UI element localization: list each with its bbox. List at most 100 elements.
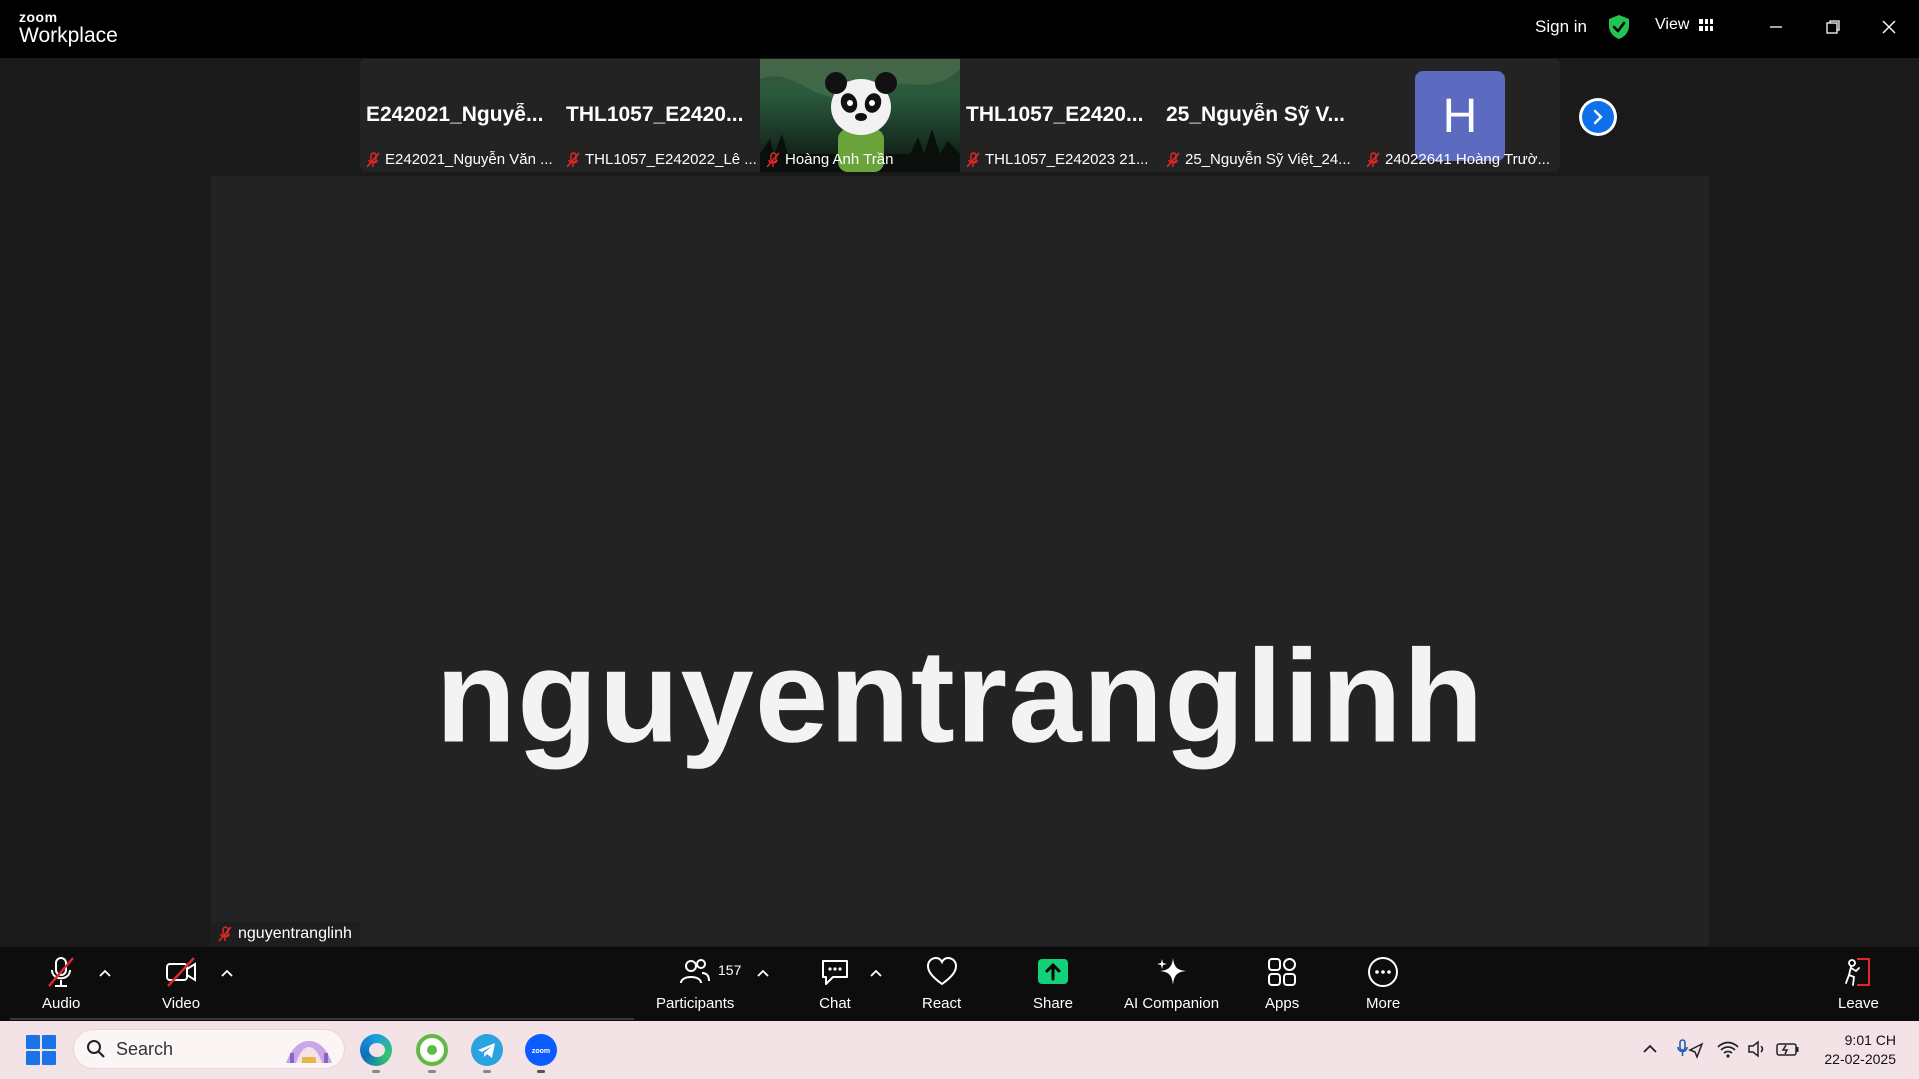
muted-mic-icon: [766, 151, 780, 168]
participant-tile[interactable]: 25_Nguyễn Sỹ V... 25_Nguyễn Sỹ Việt_24..…: [1160, 59, 1360, 172]
coccoc-browser-icon[interactable]: [416, 1034, 448, 1066]
muted-mic-icon: [566, 151, 580, 168]
minimize-icon: [1770, 26, 1782, 28]
muted-mic-icon: [1366, 151, 1380, 168]
react-button[interactable]: React: [922, 955, 961, 1012]
security-shield-icon[interactable]: [1607, 14, 1631, 40]
participant-tile-label-text: THL1057_E242022_Lê ...: [585, 151, 757, 168]
edge-browser-icon[interactable]: [360, 1034, 392, 1066]
video-options-caret-icon[interactable]: [219, 967, 235, 979]
apps-label: Apps: [1265, 995, 1300, 1012]
system-clock[interactable]: 9:01 CH 22-02-2025: [1808, 1031, 1896, 1069]
clock-time: 9:01 CH: [1844, 1032, 1896, 1048]
chat-label: Chat: [819, 995, 851, 1012]
minimize-button[interactable]: [1761, 12, 1791, 42]
next-page-button[interactable]: [1579, 98, 1617, 136]
close-window-button[interactable]: [1874, 12, 1904, 42]
audio-options-caret-icon[interactable]: [97, 967, 113, 979]
toolbar-divider: [10, 1018, 634, 1020]
participants-label: Participants: [656, 995, 735, 1012]
windows-start-icon[interactable]: [26, 1035, 56, 1065]
location-mic-tray-icon[interactable]: [1676, 1038, 1704, 1060]
svg-text:zoom: zoom: [532, 1048, 550, 1055]
video-label: Video: [162, 995, 201, 1012]
audio-label: Audio: [42, 995, 81, 1012]
zoom-workplace-logo: zoom Workplace: [19, 10, 118, 46]
participant-tile-name: E242021_Nguyễ...: [366, 103, 544, 126]
show-hidden-icons-chevron-icon[interactable]: [1640, 1038, 1660, 1060]
restore-button[interactable]: [1818, 12, 1848, 42]
running-indicator: [483, 1070, 491, 1073]
running-indicator: [428, 1070, 436, 1073]
active-speaker-label: nguyentranglinh: [212, 922, 360, 946]
sign-in-link[interactable]: Sign in: [1535, 17, 1587, 37]
participant-tile-name: THL1057_E2420...: [566, 103, 744, 126]
muted-mic-icon: [1166, 151, 1180, 168]
close-icon: [1882, 20, 1896, 34]
view-button[interactable]: View: [1655, 16, 1714, 34]
taskbar-search-box[interactable]: Search: [73, 1029, 345, 1069]
share-button[interactable]: Share: [1033, 955, 1073, 1012]
muted-mic-icon: [966, 151, 980, 168]
chevron-right-icon: [1582, 101, 1614, 133]
participant-tile-label: 24022641 Hoàng Trườ...: [1366, 151, 1560, 168]
share-screen-icon: [1038, 959, 1069, 984]
apps-button[interactable]: Apps: [1265, 955, 1299, 1012]
video-button[interactable]: Video: [162, 955, 200, 1012]
leave-door-icon: [1845, 958, 1871, 986]
more-dots-icon: [1368, 957, 1399, 987]
participant-thumbnail-strip: E242021_Nguyễ... E242021_Nguyễn Văn ... …: [360, 59, 1560, 172]
logo-workplace-text: Workplace: [19, 24, 118, 47]
heart-icon: [926, 956, 957, 986]
chat-options-caret-icon[interactable]: [868, 967, 884, 979]
participant-tile-label-text: THL1057_E242023 21...: [985, 151, 1149, 168]
apps-grid-icon: [1268, 958, 1297, 986]
chat-button[interactable]: Chat: [818, 955, 852, 1012]
participant-tile-label-text: 25_Nguyễn Sỹ Việt_24...: [1185, 151, 1351, 168]
running-indicator: [537, 1070, 545, 1073]
windows-taskbar: Search zoom 9:01 CH 22-02-2025: [0, 1021, 1919, 1079]
muted-mic-icon: [218, 926, 232, 942]
zoom-app-icon[interactable]: zoom: [525, 1034, 557, 1066]
participant-tile-label: Hoàng Anh Trần: [766, 151, 960, 168]
participant-tile-label-text: E242021_Nguyễn Văn ...: [385, 151, 553, 168]
participant-tile-video[interactable]: Hoàng Anh Trần: [760, 59, 960, 172]
view-label: View: [1655, 16, 1690, 33]
restore-icon: [1826, 20, 1840, 34]
react-label: React: [922, 995, 962, 1012]
participant-tile-label: THL1057_E242022_Lê ...: [566, 151, 760, 168]
audio-button[interactable]: Audio: [42, 955, 80, 1012]
leave-label: Leave: [1838, 995, 1879, 1012]
gallery-grid-icon: [1699, 19, 1714, 31]
active-speaker-name: nguyentranglinh: [435, 622, 1485, 770]
ai-companion-button[interactable]: AI Companion: [1124, 955, 1219, 1012]
participant-tile[interactable]: H 24022641 Hoàng Trườ...: [1360, 59, 1560, 172]
chat-bubble-icon: [822, 960, 848, 985]
more-button[interactable]: More: [1366, 955, 1400, 1012]
ai-sparkle-icon: [1156, 958, 1186, 985]
participant-tile-label: E242021_Nguyễn Văn ...: [366, 151, 560, 168]
telegram-icon[interactable]: [471, 1034, 503, 1066]
battery-icon[interactable]: [1775, 1038, 1801, 1060]
volume-icon[interactable]: [1746, 1038, 1768, 1060]
clock-date: 22-02-2025: [1824, 1051, 1896, 1067]
muted-microphone-icon: [48, 957, 75, 987]
active-speaker-label-text: nguyentranglinh: [238, 925, 352, 942]
more-label: More: [1366, 995, 1401, 1012]
share-label: Share: [1033, 995, 1074, 1012]
participant-tile[interactable]: E242021_Nguyễ... E242021_Nguyễn Văn ...: [360, 59, 560, 172]
leave-button[interactable]: Leave: [1838, 955, 1879, 1012]
search-placeholder: Search: [116, 1038, 174, 1059]
video-off-icon: [166, 957, 197, 987]
logo-zoom-text: zoom: [19, 9, 58, 25]
participant-tile-name: 25_Nguyễn Sỹ V...: [1166, 103, 1345, 126]
meeting-toolbar: Audio Video Participants 157 Chat React …: [0, 947, 1919, 1021]
participant-avatar: H: [1415, 71, 1505, 161]
active-speaker-view: nguyentranglinh: [211, 176, 1709, 946]
participants-options-caret-icon[interactable]: [755, 967, 771, 979]
participant-tile[interactable]: THL1057_E2420... THL1057_E242022_Lê ...: [560, 59, 760, 172]
wifi-icon[interactable]: [1716, 1038, 1740, 1060]
participants-icon: [680, 959, 711, 984]
participant-tile-label-text: Hoàng Anh Trần: [785, 151, 894, 168]
participant-tile[interactable]: THL1057_E2420... THL1057_E242023 21...: [960, 59, 1160, 172]
